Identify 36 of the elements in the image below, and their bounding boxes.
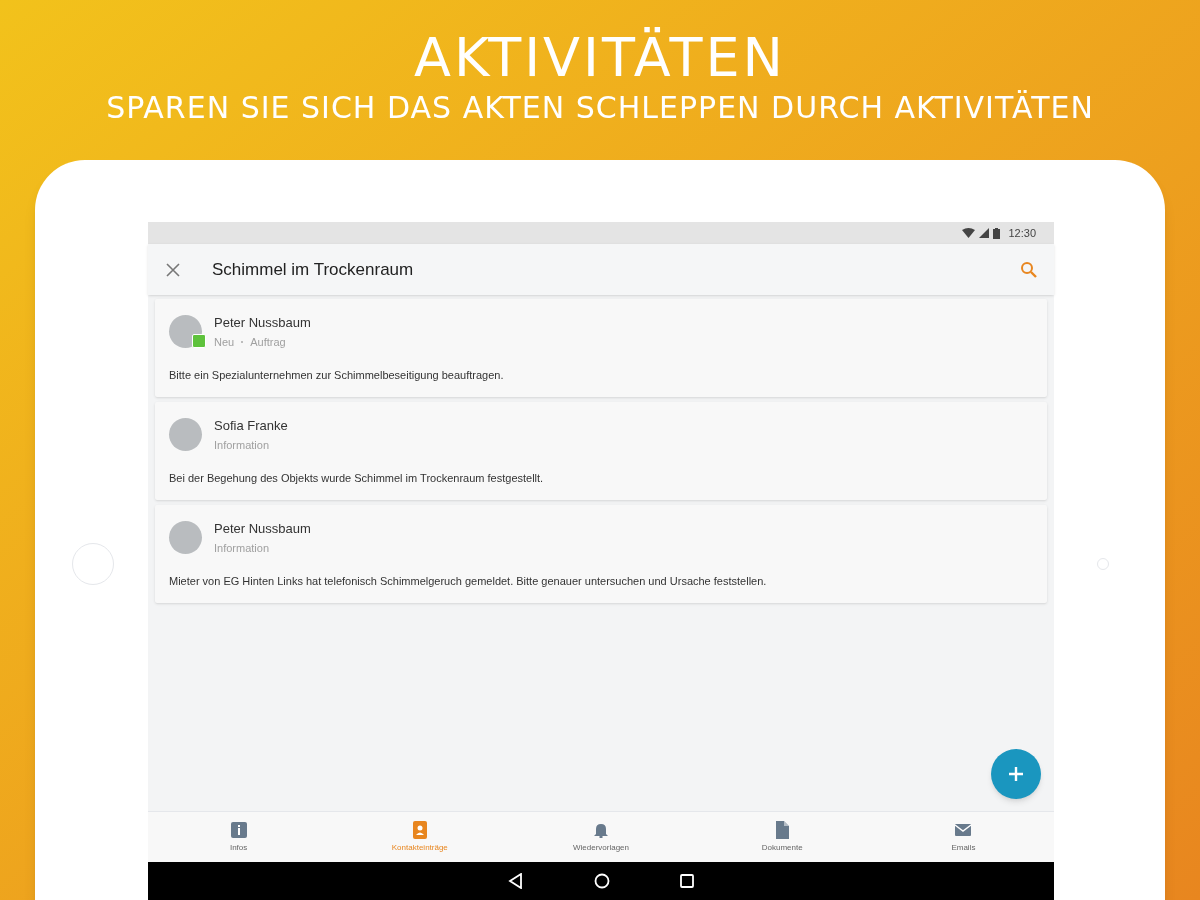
nav-tab[interactable]: Infos [148, 812, 330, 862]
wifi-icon [962, 228, 976, 238]
plus-icon [1009, 767, 1023, 781]
promo-subtitle: SPAREN SIE SICH DAS AKTEN SCHLEPPEN DURCH AKTIVITÄTEN [106, 89, 1094, 127]
entry-tag: Auftrag [250, 334, 286, 351]
avatar [169, 418, 202, 451]
contact-card-icon [410, 820, 429, 839]
recents-icon[interactable] [680, 874, 694, 888]
entry-tag: Information [214, 437, 270, 454]
document-icon [773, 820, 792, 839]
author-name: Sofia Franke [214, 418, 288, 434]
nav-tab[interactable]: Dokumente [691, 812, 873, 862]
app-title: Schimmel im Trockenraum [212, 258, 415, 281]
avatar [169, 521, 202, 554]
battery-icon [993, 227, 1001, 239]
entry-tag: Neu [214, 334, 235, 351]
activity-card[interactable]: Sofia Franke Information Bei der Begehung des Objekts wurde Schimmel im Trockenraum festgestellt. [155, 402, 1047, 500]
add-button[interactable] [991, 749, 1041, 799]
activity-text: Mieter von EG Hinten Links hat telefonisch Schimmelgeruch gemeldet. Bitte genauer untersuchen und Ursache feststellen. [169, 573, 768, 589]
author-name: Peter Nussbaum [214, 521, 311, 537]
nav-tab[interactable]: Wiedervorlagen [510, 812, 692, 862]
promo-title: AKTIVITÄTEN [414, 28, 786, 88]
close-icon [166, 262, 180, 277]
activity-text: Bitte ein Spezialunternehmen zur Schimmelbeseitigung beauftragen. [169, 367, 505, 383]
back-icon[interactable] [508, 873, 524, 889]
activity-card[interactable]: Peter Nussbaum Information Mieter von EG Hinten Links hat telefonisch Schimmelgeruch gemeldet. Bitte genauer untersuchen und Ursache feststellen. [155, 505, 1047, 603]
activity-card[interactable]: Peter Nussbaum Neu Auftrag Bitte ein Spezialunternehmen zur Schimmelbeseitigung beauftragen. [155, 299, 1047, 397]
author-name: Peter Nussbaum [214, 315, 311, 331]
signal-icon [979, 228, 990, 238]
info-icon [229, 820, 248, 839]
nav-tab[interactable]: Emails [872, 812, 1054, 862]
status-time: 12:30 [1008, 225, 1036, 241]
home-icon[interactable] [594, 873, 610, 889]
entry-tag: Information [214, 540, 270, 557]
activity-text: Bei der Begehung des Objekts wurde Schimmel im Trockenraum festgestellt. [169, 470, 545, 486]
search-icon [1020, 260, 1038, 279]
